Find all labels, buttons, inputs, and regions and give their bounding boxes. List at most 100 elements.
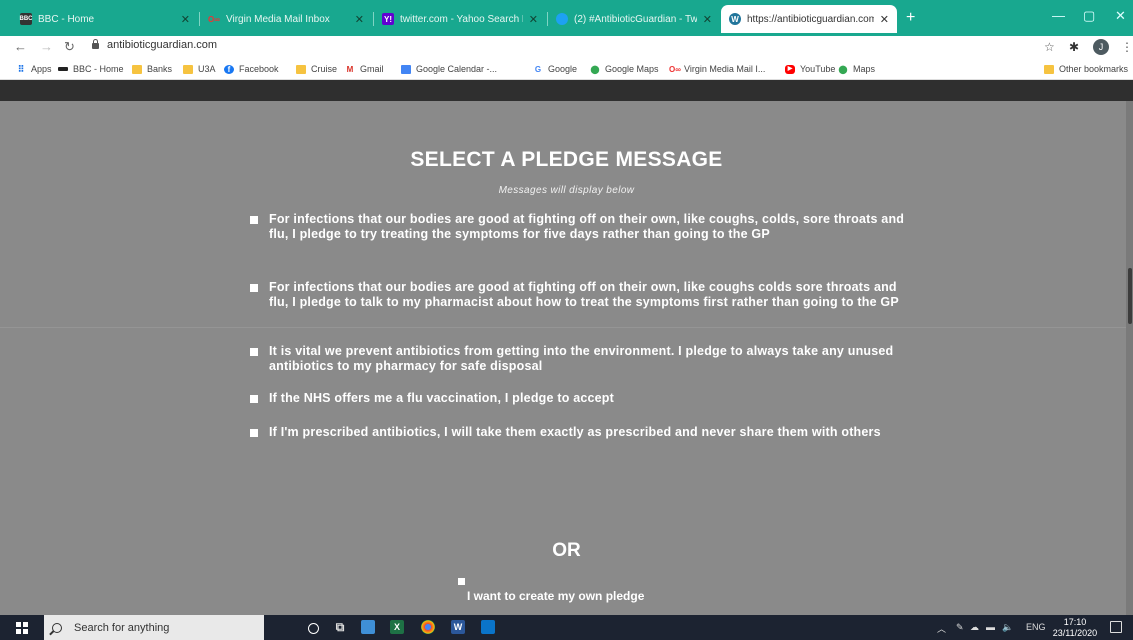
tab-label: https://antibioticguardian.com [747,13,874,25]
twitter-icon [556,13,568,25]
bookmark-virgin-media-mail[interactable]: O∞ Virgin Media Mail I... [669,64,765,74]
maps-pin-icon: ⬤ [838,64,848,74]
new-tab-icon[interactable]: + [906,9,915,27]
bbc-icon [58,67,68,71]
volume-icon[interactable]: 🔈 [1002,622,1013,633]
pledge-checkbox[interactable] [250,395,258,403]
bookmark-label: U3A [198,64,216,74]
bookmark-google[interactable]: G Google [533,64,577,74]
tab-label: BBC - Home [38,13,95,25]
pledge-checkbox[interactable] [250,284,258,292]
bookmark-label: Facebook [239,64,279,74]
pledge-checkbox[interactable] [250,348,258,356]
clock-time: 17:10 [1063,617,1087,627]
bookmark-maps[interactable]: ⬤ Maps [838,64,876,74]
close-window-icon[interactable]: ✕ [1115,8,1126,24]
language-indicator[interactable]: ENG [1026,622,1046,632]
pledge-option[interactable]: It is vital we prevent antibiotics from … [250,344,910,374]
close-tab-icon[interactable]: ✕ [181,13,190,26]
gmail-icon: M [346,64,354,74]
bookmark-label: Banks [147,64,173,74]
google-icon: G [534,64,542,74]
store-icon[interactable] [481,620,495,634]
minimize-icon[interactable]: — [1052,8,1065,23]
bookmark-star-icon[interactable]: ☆ [1044,40,1055,54]
extensions-puzzle-icon[interactable]: ✱ [1069,40,1079,54]
bookmark-banks[interactable]: Banks [132,64,172,74]
pen-icon[interactable]: ✎ [956,622,964,633]
bookmark-u3a[interactable]: U3A [183,64,216,74]
taskbar-search-box[interactable]: Search for anything [44,615,264,640]
tab-twitter[interactable]: (2) #AntibioticGuardian - Twitte ✕ [548,5,720,33]
bookmark-label: Google Calendar -... [416,64,498,74]
pledge-text: If I'm prescribed antibiotics, I will ta… [269,425,881,439]
word-icon[interactable]: W [451,620,465,634]
address-bar[interactable]: antibioticguardian.com [92,39,217,51]
windows-taskbar: Search for anything ⧉ X W ︿ ✎ ☁ ▬ 🔈 ENG … [0,615,1133,640]
own-pledge-checkbox[interactable] [458,578,465,585]
chrome-icon[interactable] [421,620,435,634]
virgin-media-icon: O∞ [669,64,681,74]
pledge-text: It is vital we prevent antibiotics from … [269,344,894,373]
bookmark-label: Other bookmarks [1059,64,1129,74]
close-tab-icon[interactable]: ✕ [529,13,538,26]
facebook-icon: f [224,64,234,74]
bookmark-gmail[interactable]: M Gmail [345,64,384,74]
url-text: antibioticguardian.com [107,39,218,51]
pledge-option[interactable]: If I'm prescribed antibiotics, I will ta… [250,425,910,440]
cortana-icon[interactable] [308,623,319,634]
folder-icon [183,64,193,74]
excel-icon[interactable]: X [390,620,404,634]
bookmarks-bar: ⠿ Apps BBC - Home Banks U3A f Facebook C… [0,60,1133,80]
bookmark-google-calendar[interactable]: Google Calendar -... [401,64,497,74]
menu-dots-icon[interactable]: ⋮ [1121,40,1133,54]
bbc-icon: BBC [20,13,33,25]
page-subtitle: Messages will display below [498,185,635,196]
file-explorer-icon[interactable] [361,620,375,634]
own-pledge-label[interactable]: I want to create my own pledge [467,589,644,603]
close-tab-icon[interactable]: ✕ [703,13,712,26]
notifications-icon[interactable] [1110,621,1122,633]
forward-arrow-icon[interactable]: → [40,39,53,54]
bookmark-label: Apps [31,64,52,74]
back-arrow-icon[interactable]: ← [14,39,27,54]
other-bookmarks-folder[interactable]: Other bookmarks [1044,64,1128,74]
folder-icon [1044,64,1054,74]
task-view-icon[interactable]: ⧉ [333,620,347,634]
page-scrollbar[interactable] [1126,101,1133,615]
maps-pin-icon: ⬤ [590,64,600,74]
tab-virgin-media-mail[interactable]: O∞ Virgin Media Mail Inbox ✕ [200,5,372,33]
close-tab-icon[interactable]: ✕ [880,13,889,26]
show-hidden-icons-chevron-icon[interactable]: ︿ [937,622,946,635]
tab-antibiotic-guardian[interactable]: W https://antibioticguardian.com ✕ [721,5,897,33]
pledge-checkbox[interactable] [250,216,258,224]
maximize-icon[interactable]: ▢ [1083,8,1095,24]
lock-icon [92,39,99,49]
bookmark-label: Virgin Media Mail I... [684,64,766,74]
tab-yahoo-search[interactable]: Y! twitter.com - Yahoo Search Resu ✕ [374,5,546,33]
pledge-option[interactable]: For infections that our bodies are good … [250,212,910,242]
pledge-checkbox[interactable] [250,429,258,437]
pledge-text: For infections that our bodies are good … [269,212,905,241]
bookmark-youtube[interactable]: ▶ YouTube [785,64,835,74]
bookmark-bbc[interactable]: BBC - Home [58,64,124,74]
bookmark-apps[interactable]: ⠿ Apps [16,64,52,74]
profile-avatar[interactable]: J [1093,39,1109,55]
windows-start-icon[interactable] [16,622,28,634]
onedrive-cloud-icon[interactable]: ☁ [970,622,979,633]
bookmark-cruise[interactable]: Cruise [296,64,337,74]
battery-icon[interactable]: ▬ [986,622,995,632]
search-placeholder: Search for anything [74,621,170,634]
bookmark-facebook[interactable]: f Facebook [224,64,279,74]
tab-bbc-home[interactable]: BBC BBC - Home ✕ [12,5,198,33]
taskbar-clock[interactable]: 17:10 23/11/2020 [1050,617,1100,639]
close-tab-icon[interactable]: ✕ [355,13,364,26]
pledge-option[interactable]: For infections that our bodies are good … [250,280,910,310]
bookmark-google-maps[interactable]: ⬤ Google Maps [590,64,659,74]
pledge-option[interactable]: If the NHS offers me a flu vaccination, … [250,391,910,406]
scrollbar-thumb[interactable] [1128,268,1132,324]
virgin-media-icon: O∞ [208,14,220,24]
bookmark-label: Cruise [311,64,338,74]
reload-icon[interactable]: ↻ [64,39,75,55]
folder-icon [132,64,142,74]
